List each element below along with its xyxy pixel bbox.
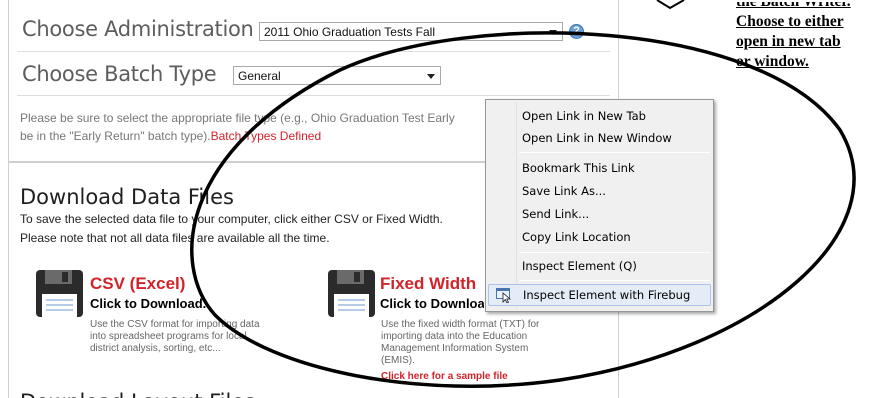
annotation-pointer xyxy=(656,0,685,10)
fixed-width-download-link[interactable]: Fixed Width xyxy=(380,274,484,294)
fixed-width-description-line1: Use the fixed width format (TXT) for xyxy=(381,319,540,330)
context-menu: Open Link in New Tab Open Link in New Wi… xyxy=(485,99,714,312)
menu-item-label: Save Link As... xyxy=(522,184,606,198)
menu-separator xyxy=(519,152,710,153)
annotation-line0: the Batch Writer. xyxy=(736,0,851,10)
menu-item-bookmark-link[interactable]: Bookmark This Link xyxy=(488,157,711,179)
fixed-width-click-to-download[interactable]: Click to Download. xyxy=(380,296,484,311)
menu-item-send-link[interactable]: Send Link... xyxy=(488,203,711,225)
firebug-inspect-icon xyxy=(496,288,512,303)
menu-item-label: Send Link... xyxy=(522,207,590,221)
menu-item-open-link-new-tab[interactable]: Open Link in New Tab xyxy=(488,105,711,127)
menu-item-label: Open Link in New Window xyxy=(522,131,672,145)
menu-item-inspect-element[interactable]: Inspect Element (Q) xyxy=(488,255,711,277)
file-type-note-line1: Please be sure to select the appropriate… xyxy=(20,111,455,125)
floppy-disk-icon[interactable] xyxy=(36,270,83,317)
divider xyxy=(17,95,610,96)
chevron-down-icon xyxy=(427,74,435,79)
menu-item-inspect-element-firebug[interactable]: Inspect Element with Firebug xyxy=(488,284,711,306)
chevron-down-icon xyxy=(549,30,557,35)
fixed-width-description-line2: importing data into the Education xyxy=(381,331,528,342)
menu-separator xyxy=(519,280,710,281)
administration-select-value: 2011 Ohio Graduation Tests Fall xyxy=(264,25,435,39)
choose-administration-label: Choose Administration xyxy=(22,17,254,41)
fixed-width-description-line4: (EMIS). xyxy=(381,355,415,366)
batch-type-select[interactable]: General xyxy=(233,66,441,85)
fixed-width-description-line3: Management Information System xyxy=(381,343,529,354)
batch-type-select-value: General xyxy=(238,69,281,83)
help-icon[interactable]: ? xyxy=(569,24,584,39)
menu-item-label: Copy Link Location xyxy=(522,230,631,244)
download-instructions-line2: Please note that not all data files are … xyxy=(20,231,330,245)
menu-item-label: Bookmark This Link xyxy=(522,161,635,175)
annotation-line1: Choose to either xyxy=(736,13,844,30)
fixed-width-description: Use the fixed width format (TXT) for imp… xyxy=(381,319,539,367)
annotation-line3: or window. xyxy=(736,53,809,70)
menu-item-label: Inspect Element with Firebug xyxy=(523,288,691,302)
floppy-disk-icon[interactable] xyxy=(328,270,375,317)
choose-batch-type-label: Choose Batch Type xyxy=(22,62,217,86)
menu-item-label: Open Link in New Tab xyxy=(522,109,646,123)
menu-item-copy-link-location[interactable]: Copy Link Location xyxy=(488,226,711,248)
download-instructions-line1: To save the selected data file to your c… xyxy=(20,212,443,226)
batch-types-defined-link[interactable]: Batch Types Defined xyxy=(211,129,322,143)
divider xyxy=(17,51,610,52)
sample-file-link[interactable]: Click here for a sample file xyxy=(381,371,508,382)
csv-description-line2: into spreadsheet programs for local xyxy=(90,331,247,342)
csv-click-to-download[interactable]: Click to Download. xyxy=(90,296,206,311)
file-type-note-line2: be in the "Early Return" batch type). xyxy=(20,129,211,143)
menu-item-save-link-as[interactable]: Save Link As... xyxy=(488,180,711,202)
annotation-line2: open in new tab xyxy=(736,33,841,50)
administration-select[interactable]: 2011 Ohio Graduation Tests Fall xyxy=(259,22,563,41)
menu-separator xyxy=(519,252,710,253)
csv-download-link[interactable]: CSV (Excel) xyxy=(90,274,185,294)
download-data-files-heading: Download Data Files xyxy=(20,185,234,209)
download-instructions: To save the selected data file to your c… xyxy=(20,210,443,248)
annotation-text: the Batch Writer. Choose to either open … xyxy=(736,0,880,72)
menu-item-label: Inspect Element (Q) xyxy=(522,259,637,273)
menu-item-open-link-new-window[interactable]: Open Link in New Window xyxy=(488,127,711,149)
csv-description-line1: Use the CSV format for importing data xyxy=(90,319,260,330)
csv-description-line3: district analysis, sorting, etc... xyxy=(90,343,221,354)
csv-description: Use the CSV format for importing data in… xyxy=(90,319,260,355)
download-layout-files-heading: Download Layout Files xyxy=(20,390,255,398)
